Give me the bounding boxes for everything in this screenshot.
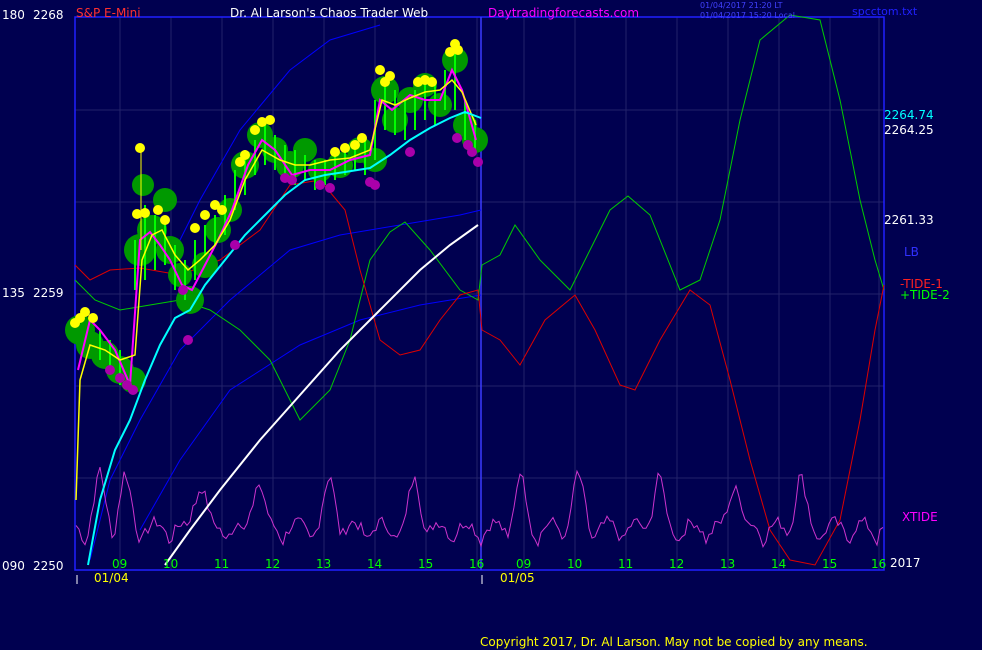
swing-high-marker	[375, 65, 385, 75]
hour-tick-label: 11	[618, 557, 633, 571]
price-mid-label: 2259	[33, 286, 64, 300]
tide2-line	[74, 14, 885, 421]
swing-high-marker	[190, 223, 200, 233]
swing-bubble	[132, 174, 154, 196]
swing-high-marker	[250, 125, 260, 135]
swing-high-marker	[427, 77, 437, 87]
swing-high-marker	[135, 143, 145, 153]
swing-bubble	[428, 93, 452, 117]
series-layer	[65, 14, 885, 566]
hour-tick-label: 16	[469, 557, 484, 571]
swing-high-marker	[385, 71, 395, 81]
swing-low-marker	[467, 147, 477, 157]
swing-high-marker	[153, 205, 163, 215]
swing-low-marker	[405, 147, 415, 157]
chart-canvas: 180 2268 S&P E-Mini Dr. Al Larson's Chao…	[2, 1, 950, 649]
instrument-title: S&P E-Mini	[76, 6, 141, 20]
swing-high-marker	[453, 45, 463, 55]
swing-low-marker	[178, 285, 188, 295]
swing-low-marker	[183, 335, 193, 345]
swing-low-marker	[370, 180, 380, 190]
swing-high-marker	[357, 133, 367, 143]
swing-low-marker	[315, 180, 325, 190]
slow-avg-price-label: 2261.33	[884, 213, 934, 227]
hour-tick-label: 14	[771, 557, 786, 571]
swing-low-marker	[230, 240, 240, 250]
year-label: 2017	[890, 556, 921, 570]
hour-tick-label: 14	[367, 557, 382, 571]
timestamp-1: 01/04/2017 21:20 LT	[700, 1, 783, 10]
swing-low-marker	[473, 157, 483, 167]
scale-mid-label: 135	[2, 286, 25, 300]
hour-tick-label: 15	[822, 557, 837, 571]
swing-high-marker	[340, 143, 350, 153]
swing-bubble	[168, 263, 192, 287]
site-link[interactable]: Daytradingforecasts.com	[488, 6, 639, 20]
scale-top-label: 180	[2, 8, 25, 22]
swing-low-marker	[287, 175, 297, 185]
hour-tick-label: 09	[516, 557, 531, 571]
hour-tick-label: 10	[163, 557, 178, 571]
price-top-label: 2268	[33, 8, 64, 22]
swing-high-marker	[330, 147, 340, 157]
price-bottom-label: 2250	[33, 559, 64, 573]
hour-tick-label: 12	[669, 557, 684, 571]
swing-low-marker	[325, 183, 335, 193]
swing-low-marker	[452, 133, 462, 143]
date-label-day1: 01/04	[94, 571, 129, 585]
date-label-day2: 01/05	[500, 571, 535, 585]
author-title: Dr. Al Larson's Chaos Trader Web	[230, 6, 428, 20]
hour-tick-label: 11	[214, 557, 229, 571]
timestamp-2: 01/04/2017 15:20 Local	[700, 11, 795, 20]
swing-high-marker	[240, 150, 250, 160]
hour-tick-label: 09	[112, 557, 127, 571]
xtide-line	[75, 466, 884, 549]
swing-high-marker	[88, 313, 98, 323]
tide2-label: +TIDE-2	[900, 288, 950, 302]
hour-tick-label: 13	[316, 557, 331, 571]
swing-high-marker	[265, 115, 275, 125]
last-price-label: 2264.74	[884, 108, 934, 122]
xtide-label: XTIDE	[902, 510, 938, 524]
hour-tick-label: 16	[871, 557, 886, 571]
swing-low-marker	[128, 385, 138, 395]
lb-label: LB	[904, 245, 919, 259]
hour-tick-label: 10	[567, 557, 582, 571]
hour-tick-label: 15	[418, 557, 433, 571]
hour-tick-label: 12	[265, 557, 280, 571]
data-file-label: spcctom.txt	[852, 5, 918, 18]
lb-band-lower	[139, 294, 482, 531]
hour-tick-label: 13	[720, 557, 735, 571]
scale-bottom-label: 090	[2, 559, 25, 573]
swing-low-marker	[105, 365, 115, 375]
swing-high-marker	[200, 210, 210, 220]
swing-high-marker	[80, 307, 90, 317]
swing-high-marker	[160, 215, 170, 225]
fast-avg-price-label: 2264.25	[884, 123, 934, 137]
copyright-notice: Copyright 2017, Dr. Al Larson. May not b…	[480, 635, 868, 649]
swing-high-marker	[217, 205, 227, 215]
tide1-line	[74, 179, 885, 566]
